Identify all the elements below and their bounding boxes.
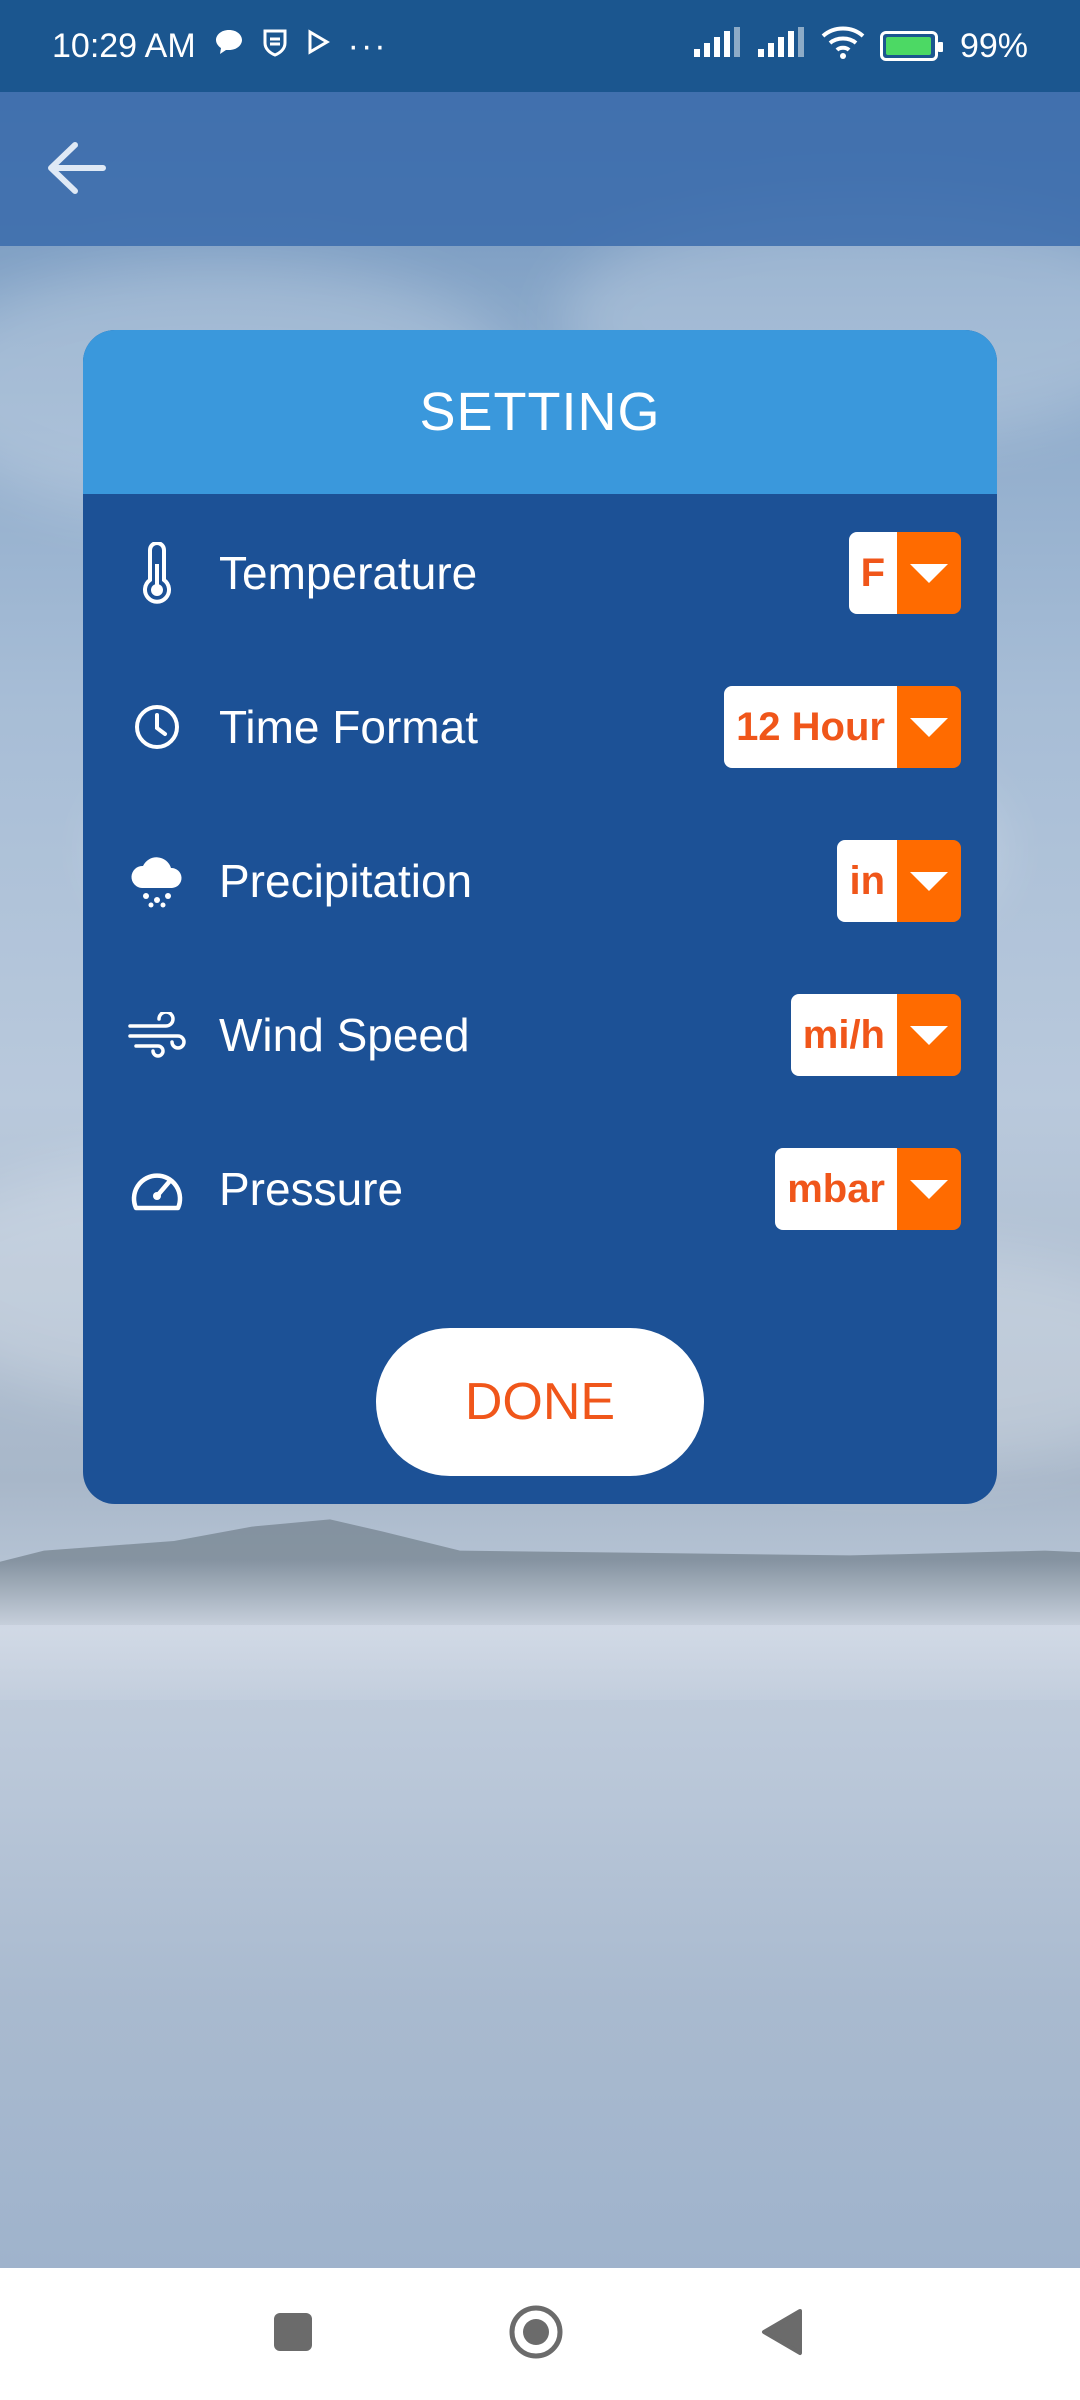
app-bar bbox=[0, 92, 1080, 246]
back-triangle-icon bbox=[760, 2307, 804, 2362]
done-button[interactable]: DONE bbox=[376, 1328, 704, 1476]
chevron-down-icon bbox=[897, 686, 961, 768]
chevron-down-icon bbox=[897, 1148, 961, 1230]
battery-icon bbox=[879, 31, 943, 61]
precipitation-unit-dropdown[interactable]: in bbox=[837, 840, 961, 922]
setting-row-wind-speed: Wind Speed mi/h bbox=[83, 990, 997, 1080]
status-bar: 10:29 AM ··· 99% bbox=[0, 0, 1080, 92]
setting-row-time-format: Time Format 12 Hour bbox=[83, 682, 997, 772]
system-nav-bar bbox=[0, 2268, 1080, 2400]
precipitation-unit-value: in bbox=[837, 840, 897, 922]
time-format-dropdown[interactable]: 12 Hour bbox=[724, 686, 961, 768]
signal-icon bbox=[692, 26, 742, 66]
signal-icon-2 bbox=[756, 26, 806, 66]
battery-fill bbox=[885, 37, 932, 55]
home-circle-icon bbox=[508, 2304, 564, 2365]
wind-speed-label: Wind Speed bbox=[219, 1009, 470, 1061]
temperature-unit-dropdown[interactable]: F bbox=[848, 532, 961, 614]
clock-icon bbox=[121, 691, 193, 763]
wind-speed-unit-value: mi/h bbox=[790, 994, 897, 1076]
wifi-icon bbox=[820, 25, 866, 68]
temperature-label: Temperature bbox=[219, 547, 478, 599]
dialog-title: SETTING bbox=[419, 382, 661, 442]
wind-speed-unit-dropdown[interactable]: mi/h bbox=[790, 994, 961, 1076]
shield-icon bbox=[262, 27, 288, 65]
pressure-unit-value: mbar bbox=[775, 1148, 897, 1230]
done-button-label: DONE bbox=[464, 1373, 616, 1431]
recents-square-icon bbox=[272, 2311, 314, 2358]
setting-row-precipitation: Precipitation in bbox=[83, 836, 997, 926]
status-time: 10:29 AM bbox=[52, 26, 196, 65]
pressure-unit-dropdown[interactable]: mbar bbox=[775, 1148, 961, 1230]
settings-dialog: SETTING Temperature F Time Format 12 Hou… bbox=[83, 330, 997, 1504]
wind-icon bbox=[121, 999, 193, 1071]
battery-percent: 99% bbox=[959, 26, 1028, 65]
setting-row-pressure: Pressure mbar bbox=[83, 1144, 997, 1234]
chevron-down-icon bbox=[897, 994, 961, 1076]
more-dots-icon: ··· bbox=[347, 26, 388, 65]
recents-button[interactable] bbox=[253, 2294, 333, 2374]
nav-back-button[interactable] bbox=[742, 2294, 822, 2374]
temperature-unit-value: F bbox=[848, 532, 897, 614]
lake-mist bbox=[0, 1560, 1080, 1700]
precipitation-label: Precipitation bbox=[219, 855, 473, 907]
setting-row-temperature: Temperature F bbox=[83, 528, 997, 618]
home-button[interactable] bbox=[496, 2294, 576, 2374]
arrow-left-icon bbox=[45, 140, 107, 201]
back-button[interactable] bbox=[36, 130, 116, 210]
time-format-value: 12 Hour bbox=[724, 686, 897, 768]
play-icon bbox=[306, 29, 330, 63]
rain-cloud-icon bbox=[121, 845, 193, 917]
chevron-down-icon bbox=[897, 840, 961, 922]
thermometer-icon bbox=[121, 537, 193, 609]
time-format-label: Time Format bbox=[219, 701, 478, 753]
chevron-down-icon bbox=[897, 532, 961, 614]
dialog-header: SETTING bbox=[83, 330, 997, 494]
chat-bubble-icon bbox=[214, 28, 244, 64]
gauge-icon bbox=[121, 1153, 193, 1225]
pressure-label: Pressure bbox=[219, 1163, 404, 1215]
